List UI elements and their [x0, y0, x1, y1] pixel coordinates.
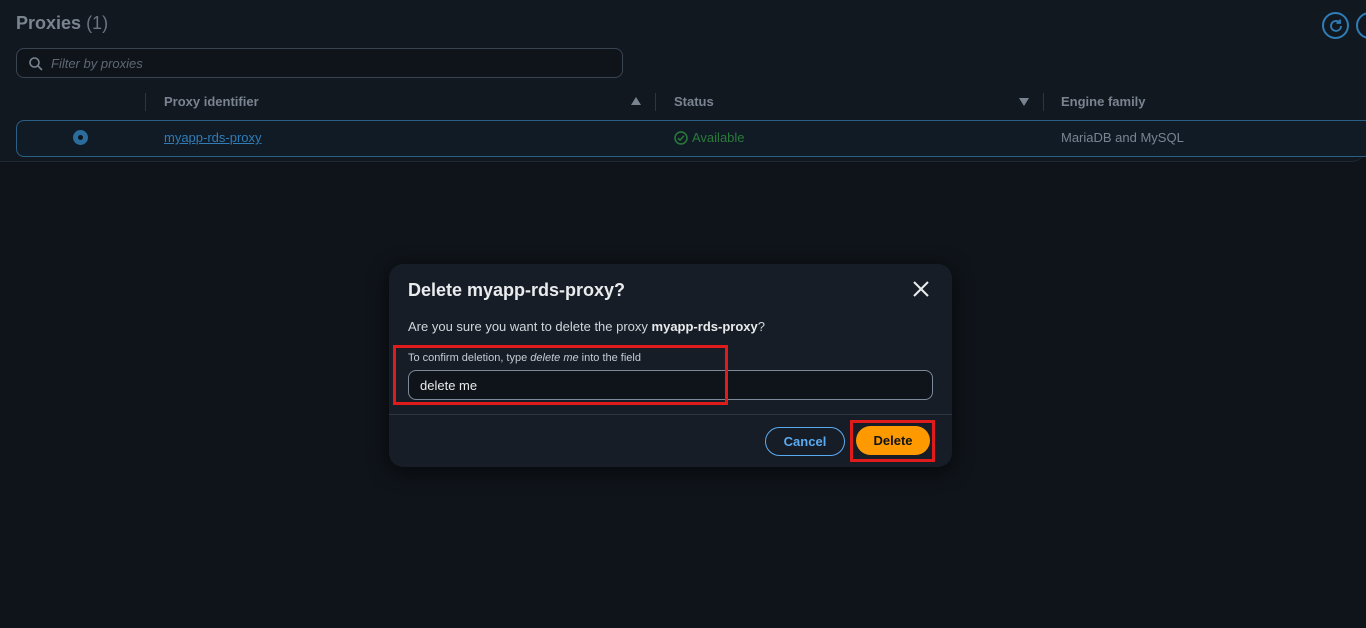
column-header-status[interactable]: Status [674, 94, 714, 109]
refresh-icon [1329, 19, 1342, 32]
column-divider [145, 93, 146, 111]
delete-proxy-dialog: Delete myapp-rds-proxy? Are you sure you… [389, 264, 952, 467]
confirm-phrase: delete me [530, 352, 579, 364]
actions-button[interactable] [1356, 12, 1366, 39]
column-header-engine-family[interactable]: Engine family [1061, 94, 1146, 109]
message-proxy-name: myapp-rds-proxy [651, 319, 758, 334]
confirm-label: To confirm deletion, type delete me into… [408, 352, 641, 364]
column-divider [655, 93, 656, 111]
sort-descending-icon[interactable] [1019, 98, 1029, 106]
dialog-title: Delete myapp-rds-proxy? [408, 280, 626, 300]
sort-ascending-icon[interactable] [631, 97, 641, 105]
filter-input[interactable]: Filter by proxies [16, 48, 623, 78]
dialog-message: Are you sure you want to delete the prox… [408, 319, 765, 334]
dialog-footer-divider [389, 414, 952, 415]
message-prefix: Are you sure you want to delete the prox… [408, 319, 652, 334]
column-divider [1043, 93, 1044, 111]
row-select-radio[interactable] [73, 130, 88, 145]
filter-placeholder: Filter by proxies [51, 56, 143, 71]
confirm-deletion-input[interactable] [408, 370, 933, 400]
column-header-proxy-identifier[interactable]: Proxy identifier [164, 94, 259, 109]
check-circle-icon [674, 130, 688, 145]
cancel-button[interactable]: Cancel [765, 427, 845, 456]
page-title-label: Proxies [16, 13, 82, 33]
close-icon[interactable] [911, 279, 931, 299]
proxy-count: (1) [86, 13, 109, 33]
engine-family-cell: MariaDB and MySQL [1061, 130, 1184, 145]
search-icon [29, 57, 43, 71]
proxy-identifier-link[interactable]: myapp-rds-proxy [164, 130, 262, 145]
confirm-prefix: To confirm deletion, type [408, 352, 531, 364]
status-cell: Available [674, 130, 745, 145]
proxies-panel: Proxies (1) Filter by proxies Proxy iden… [0, 0, 1366, 162]
message-suffix: ? [757, 319, 765, 334]
refresh-button[interactable] [1322, 12, 1349, 39]
delete-button[interactable]: Delete [856, 426, 930, 455]
status-label: Available [692, 130, 745, 145]
confirm-suffix: into the field [578, 352, 641, 364]
page-title: Proxies (1) [16, 13, 108, 34]
